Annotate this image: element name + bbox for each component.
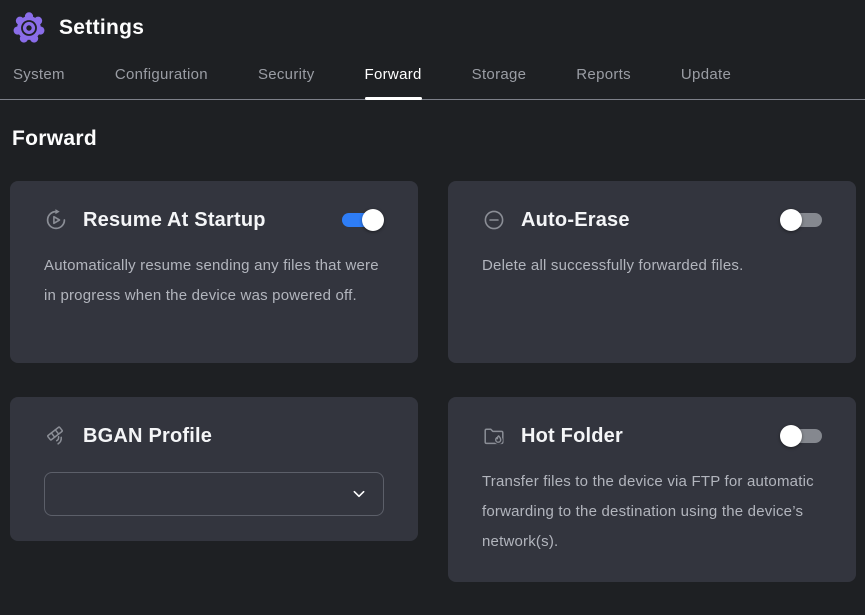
auto-erase-toggle[interactable]: [780, 208, 822, 232]
tab-bar: System Configuration Security Forward St…: [0, 58, 865, 100]
card-resume-at-startup: Resume At Startup Automatically resume s…: [10, 181, 418, 363]
page-title: Forward: [12, 127, 853, 151]
toggle-knob: [362, 209, 384, 231]
card-title: Auto-Erase: [521, 209, 630, 232]
toggle-knob: [780, 425, 802, 447]
card-bgan-profile: BGAN Profile: [10, 397, 418, 541]
card-description: Delete all successfully forwarded files.: [482, 251, 822, 281]
card-row-2: BGAN Profile: [10, 397, 856, 582]
card-row-1: Resume At Startup Automatically resume s…: [10, 181, 856, 363]
hot-folder-icon: [482, 424, 506, 448]
chevron-down-icon: [351, 486, 367, 502]
resume-at-startup-toggle[interactable]: [342, 208, 384, 232]
tab-storage[interactable]: Storage: [472, 58, 527, 99]
card-description: Transfer files to the device via FTP for…: [482, 467, 822, 557]
settings-cards: Resume At Startup Automatically resume s…: [10, 181, 856, 582]
tab-security[interactable]: Security: [258, 58, 315, 99]
app-title: Settings: [59, 16, 144, 40]
satellite-icon: [44, 424, 68, 448]
card-header: Hot Folder: [482, 424, 822, 448]
page-header: Settings: [0, 0, 865, 45]
card-header: Resume At Startup: [44, 208, 384, 232]
card-header: Auto-Erase: [482, 208, 822, 232]
bgan-profile-select[interactable]: [44, 472, 384, 516]
tab-forward[interactable]: Forward: [365, 58, 422, 99]
card-auto-erase: Auto-Erase Delete all successfully forwa…: [448, 181, 856, 363]
card-header: BGAN Profile: [44, 424, 384, 448]
card-title: Resume At Startup: [83, 209, 266, 232]
card-title: Hot Folder: [521, 425, 623, 448]
card-hot-folder: Hot Folder Transfer files to the device …: [448, 397, 856, 582]
card-description: Automatically resume sending any files t…: [44, 251, 384, 311]
resume-icon: [44, 208, 68, 232]
minus-circle-icon: [482, 208, 506, 232]
tab-system[interactable]: System: [13, 58, 65, 99]
tab-configuration[interactable]: Configuration: [115, 58, 208, 99]
hot-folder-toggle[interactable]: [780, 424, 822, 448]
settings-page: Settings System Configuration Security F…: [0, 0, 865, 615]
toggle-knob: [780, 209, 802, 231]
gear-icon: [12, 11, 46, 45]
tab-reports[interactable]: Reports: [576, 58, 631, 99]
tab-update[interactable]: Update: [681, 58, 731, 99]
card-title: BGAN Profile: [83, 425, 212, 448]
